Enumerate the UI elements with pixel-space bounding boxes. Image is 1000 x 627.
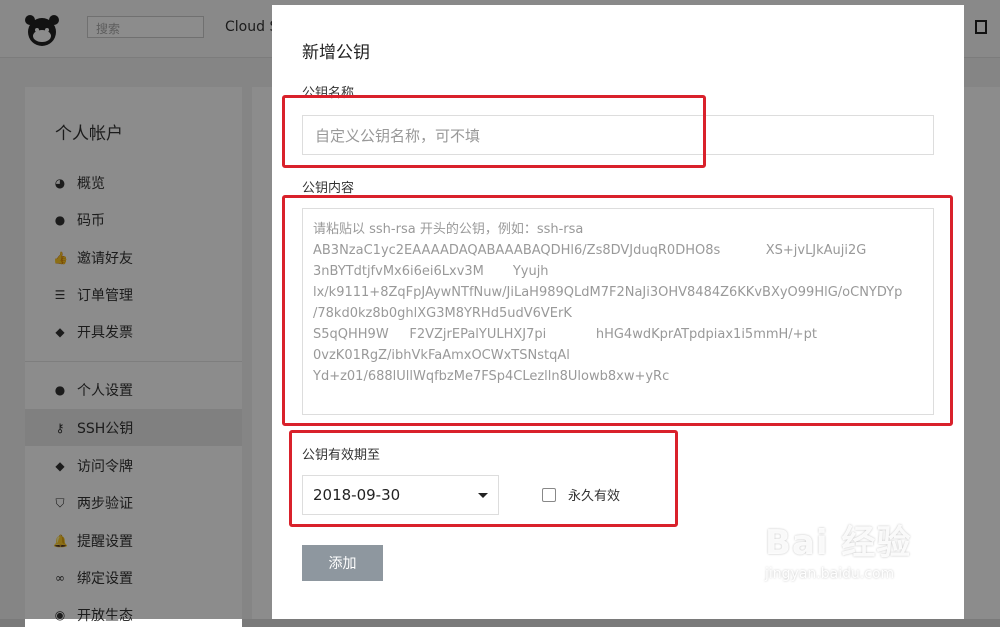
key-content-label: 公钥内容	[302, 181, 355, 196]
dialog-title: 新增公钥	[302, 43, 370, 63]
add-button[interactable]: 添加	[302, 545, 383, 581]
annotation-box-content	[282, 195, 953, 426]
watermark-main: Bai 经验	[765, 523, 912, 563]
annotation-box-name	[282, 95, 706, 168]
watermark: Bai 经验 jingyan.baidu.com	[765, 515, 911, 582]
annotation-box-expiry	[289, 430, 678, 527]
watermark-sub: jingyan.baidu.com	[765, 566, 895, 582]
